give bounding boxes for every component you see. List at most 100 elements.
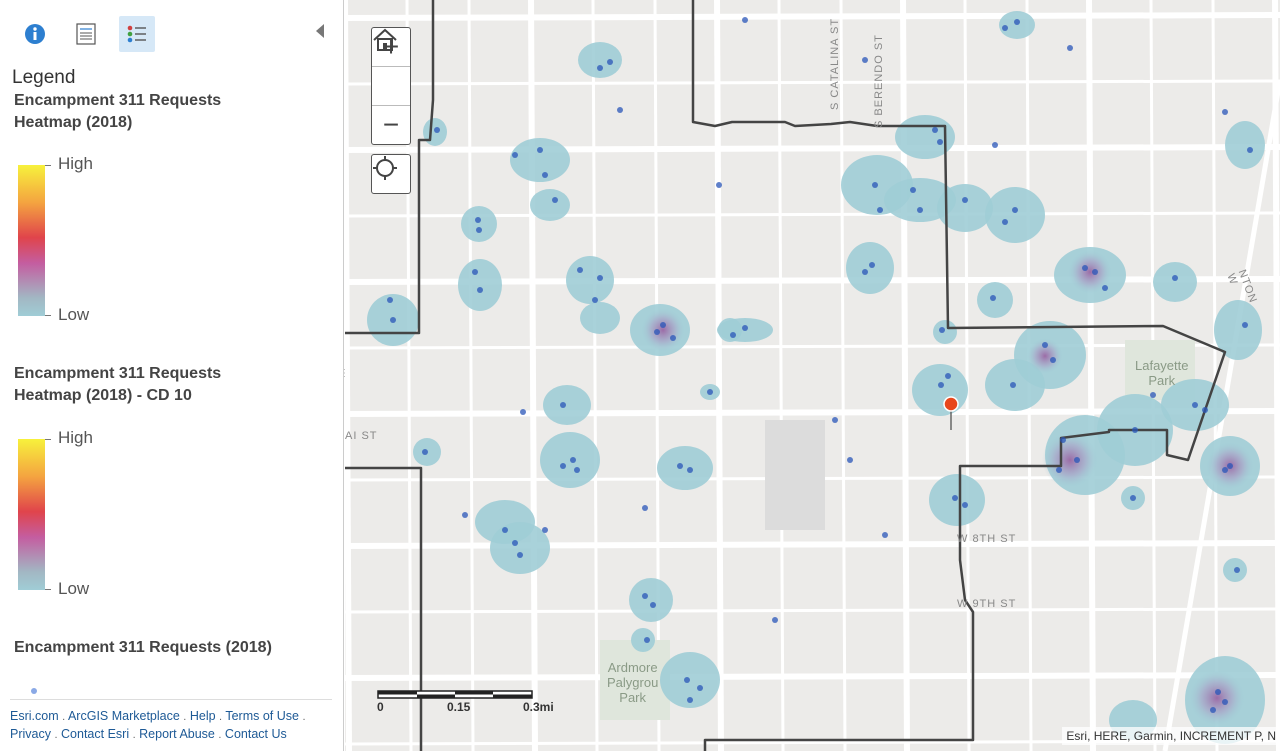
request-point: [1222, 467, 1228, 473]
heatmap-color-ramp: [18, 165, 45, 316]
request-point: [542, 172, 548, 178]
request-point: [992, 142, 998, 148]
street-line: [839, 0, 847, 751]
request-point: [670, 335, 676, 341]
request-point: [1130, 495, 1136, 501]
esri-link[interactable]: Esri.com: [10, 709, 59, 723]
heat-cluster: [629, 578, 673, 622]
request-point: [552, 197, 558, 203]
request-point: [1234, 567, 1240, 573]
heat-cluster: [631, 628, 655, 652]
request-point: [677, 463, 683, 469]
layer-title-line: Heatmap (2018): [14, 114, 133, 131]
street-label-w8th: W 8TH ST: [957, 533, 1017, 545]
request-point: [832, 417, 838, 423]
request-point: [862, 269, 868, 275]
request-point: [477, 287, 483, 293]
ramp-tick: [45, 315, 51, 316]
request-point: [644, 637, 650, 643]
collapse-panel-button[interactable]: [316, 24, 324, 38]
request-point: [684, 677, 690, 683]
request-point: [607, 59, 613, 65]
request-point: [642, 593, 648, 599]
help-link[interactable]: Help: [190, 709, 216, 723]
request-point: [570, 457, 576, 463]
request-point: [1102, 285, 1108, 291]
request-point: [560, 463, 566, 469]
request-point: [642, 505, 648, 511]
heat-hotspot: [1042, 432, 1098, 488]
ramp-tick: [45, 589, 51, 590]
request-point: [697, 685, 703, 691]
request-point: [577, 267, 583, 273]
request-point: [872, 182, 878, 188]
street-line: [345, 672, 1280, 681]
scale-label-0: 0: [377, 700, 384, 714]
heat-cluster: [846, 242, 894, 294]
request-point: [475, 217, 481, 223]
panel-splitter-handle[interactable]: ⋮: [340, 368, 350, 388]
about-button[interactable]: [17, 16, 53, 52]
request-point: [1172, 275, 1178, 281]
locate-button[interactable]: [372, 155, 410, 193]
contact-esri-link[interactable]: Contact Esri: [61, 727, 129, 741]
request-point: [939, 327, 945, 333]
request-point: [938, 382, 944, 388]
request-point: [1074, 457, 1080, 463]
contact-us-link[interactable]: Contact Us: [225, 727, 287, 741]
request-point: [502, 527, 508, 533]
request-point: [1056, 467, 1062, 473]
park-label-line: Palygrou: [607, 675, 659, 690]
heat-cluster: [510, 138, 570, 182]
street-label-w9th: W 9TH ST: [957, 598, 1017, 610]
legend-icon: [127, 25, 146, 43]
request-point: [520, 409, 526, 415]
heat-cluster: [1225, 121, 1265, 169]
request-point: [1202, 407, 1208, 413]
heat-cluster: [566, 256, 614, 304]
layer-title-line: Heatmap (2018) - CD 10: [14, 387, 192, 404]
report-abuse-link[interactable]: Report Abuse: [139, 727, 215, 741]
request-point: [1092, 269, 1098, 275]
request-point: [910, 187, 916, 193]
heat-cluster: [657, 446, 713, 490]
request-point: [1210, 707, 1216, 713]
request-point: [472, 269, 478, 275]
legend-button[interactable]: [119, 16, 155, 52]
request-point: [1222, 109, 1228, 115]
map-view[interactable]: S CATALINA ST S BERENDO ST W 8TH ST W 9T…: [345, 0, 1280, 751]
street-line: [714, 0, 724, 751]
terms-link[interactable]: Terms of Use: [225, 709, 299, 723]
privacy-link[interactable]: Privacy: [10, 727, 51, 741]
request-point: [1067, 45, 1073, 51]
request-point: [512, 540, 518, 546]
map-attribution: Esri, HERE, Garmin, INCREMENT P, N: [1062, 727, 1280, 745]
park-label-line: Lafayette: [1135, 358, 1189, 373]
request-point: [650, 602, 656, 608]
request-point: [869, 262, 875, 268]
marketplace-link[interactable]: ArcGIS Marketplace: [68, 709, 180, 723]
request-point: [660, 322, 666, 328]
layer-title-heatmap-cd10: Encampment 311 Requests Heatmap (2018) -…: [14, 363, 314, 407]
heat-hotspot: [641, 308, 685, 352]
street-line: [963, 0, 971, 751]
request-point: [434, 127, 440, 133]
street-line: [345, 607, 1280, 614]
heat-cluster: [530, 189, 570, 221]
request-point: [1012, 207, 1018, 213]
zoom-controls: + −: [371, 27, 411, 145]
footer-links: Esri.com . ArcGIS Marketplace . Help . T…: [10, 699, 332, 744]
request-point: [962, 502, 968, 508]
street-line: [777, 0, 785, 751]
street-line: [528, 0, 538, 751]
request-point: [1222, 699, 1228, 705]
request-point: [917, 207, 923, 213]
content-button[interactable]: [68, 16, 104, 52]
ramp-tick: [45, 165, 51, 166]
home-button[interactable]: [372, 28, 410, 106]
request-point: [422, 449, 428, 455]
zoom-out-button[interactable]: −: [372, 106, 410, 144]
request-point: [1010, 382, 1016, 388]
layer-title-line: Encampment 311 Requests: [14, 365, 222, 382]
heat-cluster: [578, 42, 622, 78]
